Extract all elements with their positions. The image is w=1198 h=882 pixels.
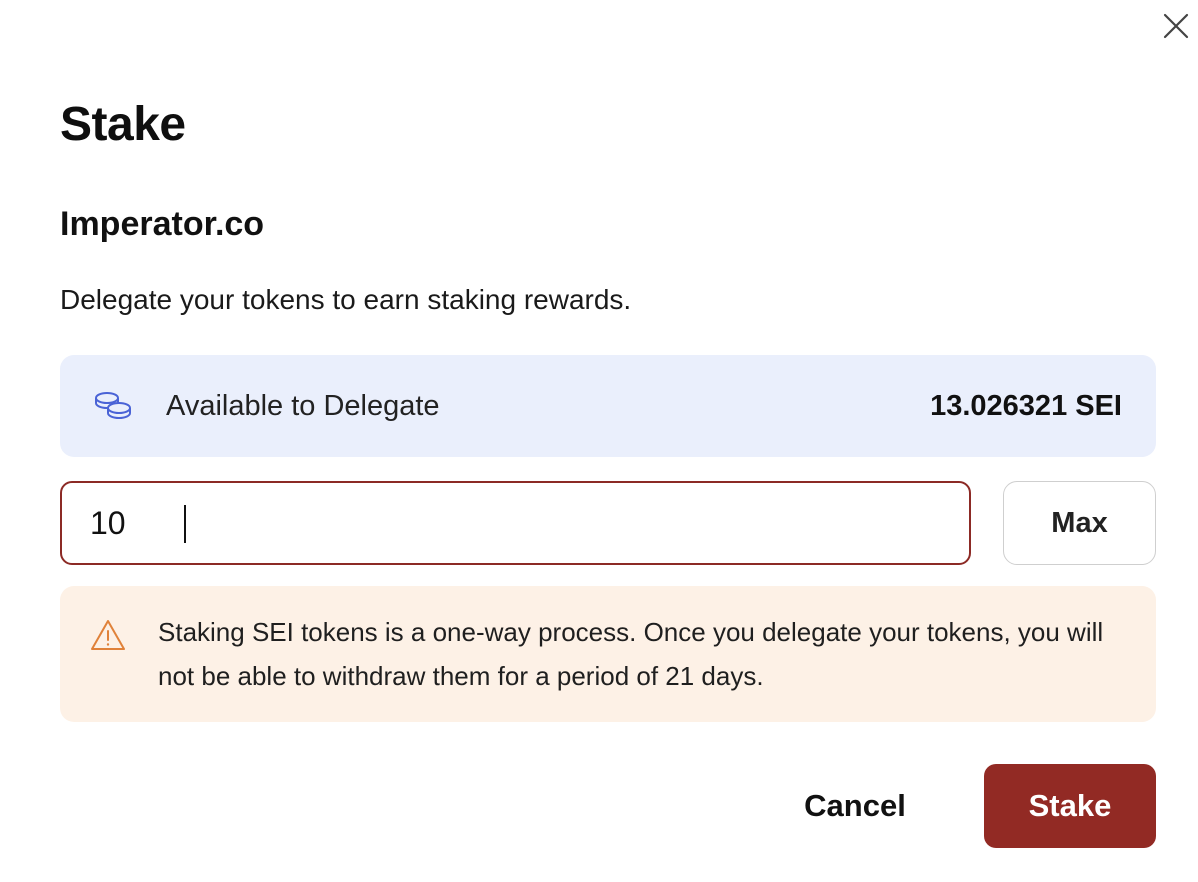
stake-modal: Stake Imperator.co Delegate your tokens … bbox=[0, 0, 1198, 882]
amount-field[interactable] bbox=[60, 481, 971, 565]
amount-input[interactable] bbox=[90, 504, 969, 542]
stake-button[interactable]: Stake bbox=[984, 764, 1156, 848]
text-cursor bbox=[184, 505, 186, 543]
available-balance: 13.026321 SEI bbox=[930, 389, 1122, 422]
available-to-delegate-panel: Available to Delegate 13.026321 SEI bbox=[60, 355, 1156, 457]
warning-text: Staking SEI tokens is a one-way process.… bbox=[158, 617, 1104, 691]
close-button[interactable] bbox=[1160, 10, 1192, 42]
modal-description: Delegate your tokens to earn staking rew… bbox=[60, 284, 632, 315]
cancel-button[interactable]: Cancel bbox=[780, 764, 930, 848]
available-label: Available to Delegate bbox=[166, 389, 440, 422]
close-icon bbox=[1163, 13, 1189, 39]
max-button[interactable]: Max bbox=[1003, 481, 1156, 565]
modal-title: Stake bbox=[60, 98, 186, 151]
coins-icon bbox=[94, 390, 134, 422]
validator-name: Imperator.co bbox=[60, 205, 265, 243]
warning-panel: Staking SEI tokens is a one-way process.… bbox=[60, 586, 1156, 722]
warning-triangle-icon bbox=[90, 618, 126, 652]
